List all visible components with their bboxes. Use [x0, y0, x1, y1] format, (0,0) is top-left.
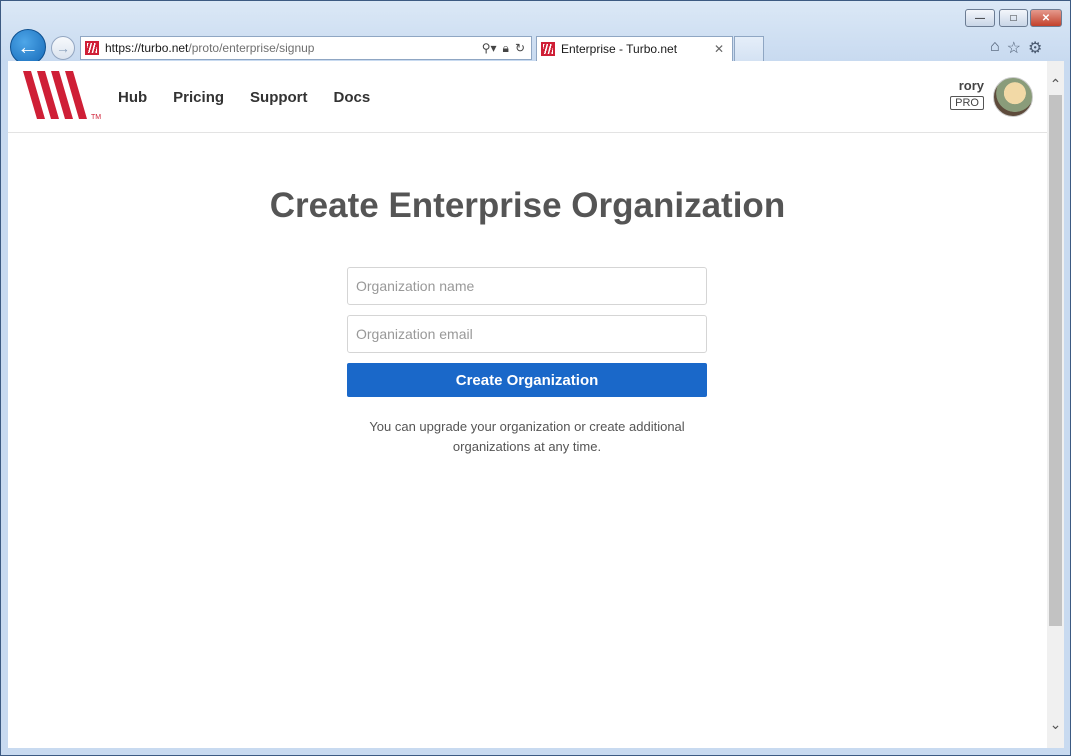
scroll-down-icon[interactable]: ⌄ [1048, 716, 1063, 733]
star-icon[interactable]: ☆ [1007, 38, 1021, 58]
close-icon: ✕ [1041, 12, 1051, 24]
username: rory [958, 78, 984, 93]
address-url[interactable]: https://turbo.net/proto/enterprise/signu… [105, 41, 482, 55]
user-menu[interactable]: rory PRO [950, 78, 984, 111]
site-favicon [85, 41, 99, 55]
address-bar[interactable]: https://turbo.net/proto/enterprise/signu… [80, 36, 532, 60]
minimize-icon: — [975, 12, 985, 24]
tab-favicon [541, 42, 555, 56]
main-nav: Hub Pricing Support Docs [118, 89, 370, 106]
nav-docs[interactable]: Docs [334, 89, 371, 106]
back-button[interactable]: ← [10, 29, 46, 65]
back-icon: ← [17, 34, 39, 59]
tab-close-icon[interactable]: ✕ [714, 42, 724, 56]
tab-enterprise[interactable]: Enterprise - Turbo.net ✕ [536, 36, 733, 61]
note-line-2: organizations at any time. [452, 439, 602, 454]
refresh-icon[interactable]: ↻ [515, 41, 525, 56]
organization-email-input[interactable] [347, 315, 707, 353]
tab-title: Enterprise - Turbo.net [561, 42, 678, 56]
scroll-up-icon[interactable]: ⌃ [1048, 76, 1063, 93]
forward-button[interactable]: → [51, 36, 75, 60]
search-icon[interactable]: ⚲▾ [482, 41, 497, 56]
maximize-button[interactable]: □ [999, 9, 1028, 27]
pro-badge: PRO [950, 96, 984, 110]
upgrade-note: You can upgrade your organization or cre… [337, 417, 717, 457]
maximize-icon: □ [1010, 12, 1017, 24]
nav-pricing[interactable]: Pricing [173, 89, 224, 106]
note-line-1: You can upgrade your organization or cre… [369, 419, 685, 434]
home-icon[interactable]: ⌂ [990, 38, 1000, 58]
avatar[interactable] [993, 77, 1033, 117]
url-host: https://turbo.net [105, 41, 189, 55]
page-viewport [8, 61, 1047, 748]
site-header: TM Hub Pricing Support Docs rory PRO [8, 61, 1047, 133]
new-tab-button[interactable] [734, 36, 764, 61]
nav-support[interactable]: Support [250, 89, 308, 106]
nav-hub[interactable]: Hub [118, 89, 147, 106]
lock-icon[interactable]: 🔒︎ [503, 41, 509, 56]
gear-icon[interactable]: ⚙ [1028, 38, 1042, 58]
scrollbar-thumb[interactable] [1049, 95, 1062, 626]
organization-name-input[interactable] [347, 267, 707, 305]
turbo-logo[interactable]: TM [23, 71, 103, 121]
url-path: /proto/enterprise/signup [188, 41, 315, 55]
page-title: Create Enterprise Organization [269, 186, 786, 225]
create-organization-button[interactable]: Create Organization [347, 363, 707, 397]
close-window-button[interactable]: ✕ [1030, 9, 1062, 27]
forward-icon: → [56, 40, 70, 56]
logo-trademark: TM [91, 114, 101, 121]
minimize-button[interactable]: — [965, 9, 995, 27]
